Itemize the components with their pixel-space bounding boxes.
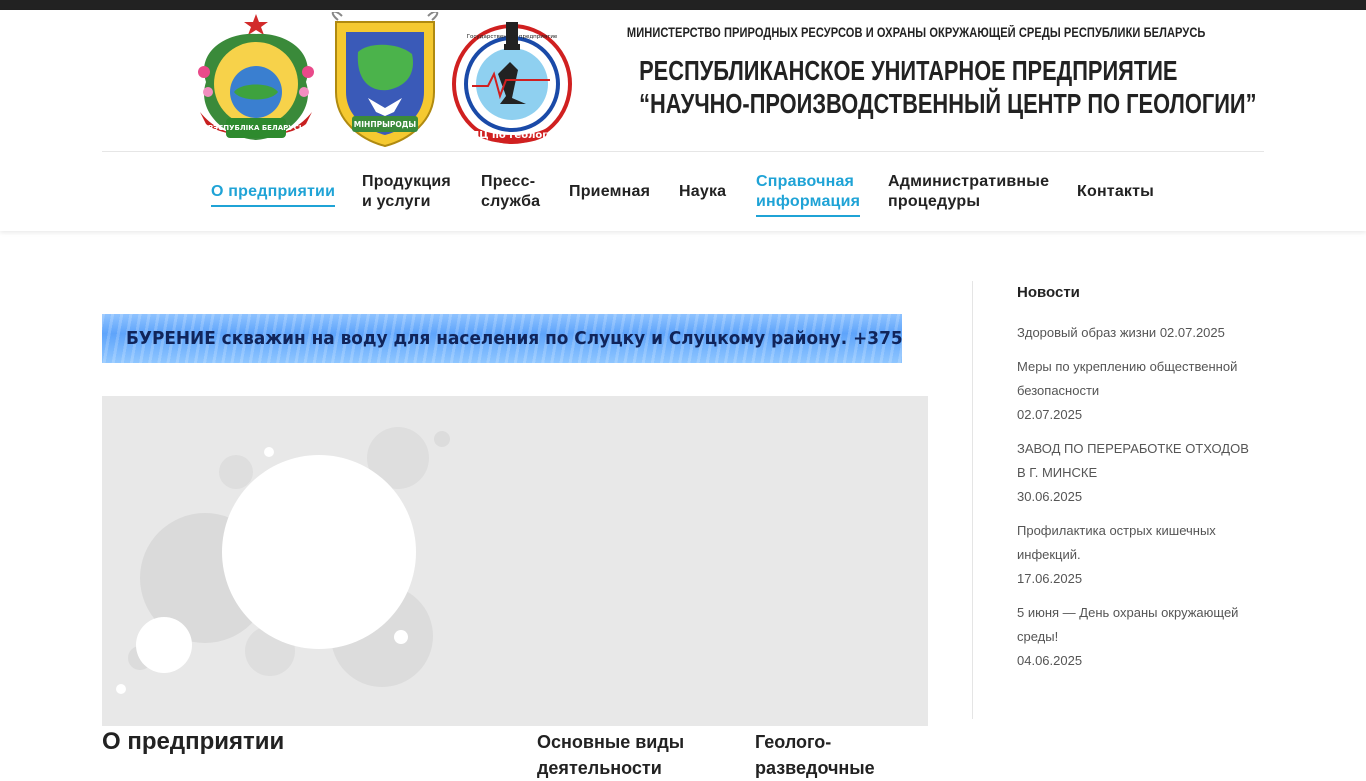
header-titles: МИНИСТЕРСТВО ПРИРОДНЫХ РЕСУРСОВ И ОХРАНЫ… bbox=[572, 24, 1257, 120]
ministry-shield-icon: МІНПРЫРОДЫ bbox=[331, 12, 439, 148]
nav-item-admin-procedures[interactable]: Административные процедуры bbox=[888, 172, 1049, 212]
coat-of-arms-icon: РЭСПУБЛІКА БЕЛАРУСЬ bbox=[198, 14, 314, 140]
nav-item-label: служба bbox=[481, 193, 541, 210]
nav-item-label: процедуры bbox=[888, 193, 981, 210]
nav-item-reference[interactable]: Справочная информация bbox=[756, 172, 861, 217]
news-sidebar: Новости Здоровый образ жизни 02.07.2025 … bbox=[1017, 284, 1267, 683]
top-bar bbox=[0, 0, 1366, 10]
nav-active-underline bbox=[756, 215, 861, 217]
news-item[interactable]: Профилактика острых кишечных инфекций. 1… bbox=[1017, 519, 1267, 591]
news-item[interactable]: 5 июня — День охраны окружающей среды! 0… bbox=[1017, 601, 1267, 673]
main-nav: О предприятии Продукция и услуги Пресс- … bbox=[0, 151, 1366, 231]
nav-item-about[interactable]: О предприятии bbox=[211, 182, 336, 207]
ministry-name: МИНИСТЕРСТВО ПРИРОДНЫХ РЕСУРСОВ И ОХРАНЫ… bbox=[626, 25, 1206, 40]
nav-item-products[interactable]: Продукция и услуги bbox=[362, 172, 451, 212]
news-item-date: 02.07.2025 bbox=[1017, 407, 1083, 422]
section-label: деятельности bbox=[537, 758, 662, 778]
news-item-date: 30.06.2025 bbox=[1017, 489, 1083, 504]
org-name-line2: “НАУЧНО-ПРОИЗВОДСТВЕННЫЙ ЦЕНТР ПО ГЕОЛОГ… bbox=[639, 88, 1257, 119]
loading-bubbles-graphic bbox=[116, 427, 450, 694]
news-item-title[interactable]: Здоровый образ жизни bbox=[1017, 325, 1156, 340]
news-item[interactable]: Меры по укреплению общественной безопасн… bbox=[1017, 355, 1267, 427]
news-item-title[interactable]: ЗАВОД ПО ПЕРЕРАБОТКЕ ОТХОДОВ bbox=[1017, 437, 1267, 461]
section-label: Основные виды bbox=[537, 732, 685, 752]
section-title-about: О предприятии bbox=[102, 728, 285, 755]
nav-item-label: информация bbox=[756, 193, 861, 210]
emblem2-text: МІНПРЫРОДЫ bbox=[354, 120, 417, 129]
news-item-date: 02.07.2025 bbox=[1159, 325, 1225, 340]
news-item-title[interactable]: Профилактика острых кишечных bbox=[1017, 519, 1267, 543]
nav-item-contacts[interactable]: Контакты bbox=[1077, 182, 1154, 202]
npc-logo-icon: НПЦ по геологии Государственное предприя… bbox=[452, 22, 572, 144]
news-item-date: 17.06.2025 bbox=[1017, 571, 1083, 586]
nav-item-label: Пресс- bbox=[481, 173, 536, 190]
sidebar-divider bbox=[972, 281, 973, 719]
section-geological-exploration[interactable]: Геолого- разведочные bbox=[755, 729, 875, 781]
news-title: Новости bbox=[1017, 284, 1080, 301]
nav-item-label: Приемная bbox=[569, 183, 651, 200]
drilling-banner[interactable]: БУРЕНИЕ скважин на воду для населения по… bbox=[102, 314, 902, 363]
image-slider-placeholder[interactable] bbox=[102, 396, 928, 726]
emblem1-text: РЭСПУБЛІКА БЕЛАРУСЬ bbox=[208, 124, 304, 132]
news-item-title[interactable]: среды! bbox=[1017, 625, 1267, 649]
nav-item-reception[interactable]: Приемная bbox=[569, 182, 650, 202]
nav-item-label: Продукция bbox=[362, 173, 451, 190]
nav-item-label: Административные bbox=[888, 173, 1050, 190]
nav-item-press[interactable]: Пресс- служба bbox=[481, 172, 540, 212]
nav-item-label: О предприятии bbox=[211, 183, 336, 200]
org-name-line1: РЕСПУБЛИКАНСКОЕ УНИТАРНОЕ ПРЕДПРИЯТИЕ bbox=[639, 55, 1178, 86]
nav-item-label: Контакты bbox=[1077, 183, 1155, 200]
nav-item-label: Наука bbox=[679, 183, 727, 200]
news-item-title[interactable]: инфекций. bbox=[1017, 543, 1267, 567]
news-item[interactable]: ЗАВОД ПО ПЕРЕРАБОТКЕ ОТХОДОВ В Г. МИНСКЕ… bbox=[1017, 437, 1267, 509]
nav-item-science[interactable]: Наука bbox=[679, 182, 726, 202]
emblem3-bottom-text: НПЦ по геологии bbox=[462, 130, 561, 141]
section-label: Геолого- bbox=[755, 732, 832, 752]
news-item-title[interactable]: В Г. МИНСКЕ bbox=[1017, 461, 1267, 485]
news-item-title[interactable]: безопасности bbox=[1017, 379, 1267, 403]
nav-item-label: и услуги bbox=[362, 193, 431, 210]
section-label: разведочные bbox=[755, 758, 875, 778]
news-item-title[interactable]: Меры по укреплению общественной bbox=[1017, 355, 1267, 379]
news-item-date: 04.06.2025 bbox=[1017, 653, 1083, 668]
nav-active-underline bbox=[211, 205, 336, 207]
site-header: РЭСПУБЛІКА БЕЛАРУСЬ МІНПРЫРОДЫ НПЦ по ге… bbox=[0, 10, 1366, 231]
news-item[interactable]: Здоровый образ жизни 02.07.2025 bbox=[1017, 321, 1267, 345]
news-item-title[interactable]: 5 июня — День охраны окружающей bbox=[1017, 601, 1267, 625]
nav-item-label: Справочная bbox=[756, 173, 855, 190]
emblem3-top-text: Государственное предприятие bbox=[467, 34, 558, 40]
section-main-activities[interactable]: Основные виды деятельности bbox=[537, 729, 684, 781]
logo-group[interactable]: РЭСПУБЛІКА БЕЛАРУСЬ МІНПРЫРОДЫ НПЦ по ге… bbox=[186, 12, 576, 152]
banner-text: БУРЕНИЕ скважин на воду для населения по… bbox=[126, 328, 902, 349]
